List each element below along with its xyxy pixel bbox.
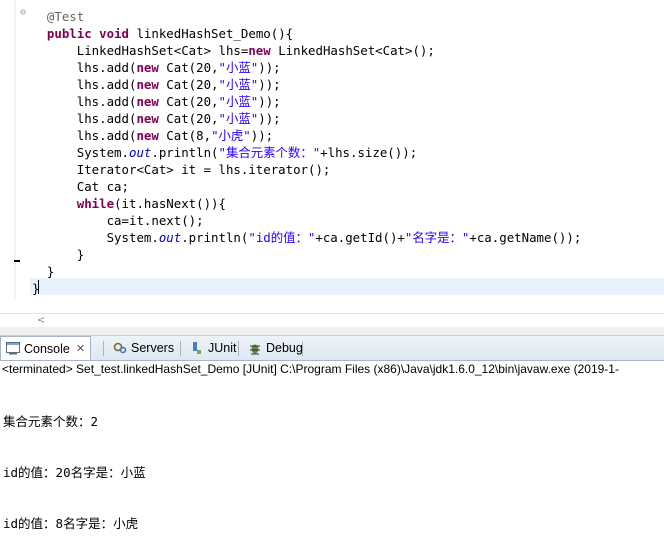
tab-junit-label: JUnit (208, 341, 237, 355)
editor-ruler (14, 0, 16, 300)
code-line: lhs.add(new Cat(8,"小虎")); (46, 128, 274, 143)
code-line: Cat ca; (46, 179, 129, 194)
code-editor[interactable]: ⊖ @Test public void linkedHashSet_Demo()… (0, 0, 664, 313)
view-tab-bar: Console ✕ Servers JUnit Debug (0, 335, 664, 361)
console-line: id的值：8名字是：小虎 (3, 516, 139, 531)
code-line: lhs.add(new Cat(20,"小蓝")); (46, 77, 281, 92)
tab-console-label: Console (24, 341, 70, 356)
tab-debug-label: Debug (266, 341, 303, 355)
code-text[interactable]: @Test public void linkedHashSet_Demo(){ … (32, 8, 581, 297)
code-line: System.out.println("id的值："+ca.getId()+"名… (46, 230, 582, 245)
scroll-left-icon[interactable]: < (37, 315, 45, 326)
code-line: ca=it.next(); (46, 213, 204, 228)
editor-gutter[interactable] (0, 0, 14, 300)
code-line: } (32, 281, 40, 296)
code-line: } (46, 247, 85, 262)
tab-servers-label: Servers (131, 341, 175, 355)
debug-icon (248, 341, 262, 355)
change-marker (14, 260, 20, 262)
close-icon[interactable]: ✕ (76, 342, 85, 355)
code-line: lhs.add(new Cat(20,"小蓝")); (46, 60, 281, 75)
text-caret (38, 280, 39, 294)
code-line: Iterator<Cat> it = lhs.iterator(); (46, 162, 331, 177)
servers-icon (113, 341, 127, 355)
code-line: System.out.println("集合元素个数："+lhs.size())… (46, 145, 418, 160)
code-line: public void linkedHashSet_Demo(){ (46, 26, 294, 41)
junit-icon (190, 341, 204, 355)
tab-servers[interactable]: Servers (108, 337, 179, 359)
tab-debug[interactable]: Debug (243, 337, 308, 359)
tab-junit[interactable]: JUnit (185, 337, 241, 359)
console-status: <terminated> Set_test.linkedHashSet_Demo… (2, 362, 619, 376)
code-line: while(it.hasNext()){ (76, 196, 226, 211)
console-output[interactable]: 集合元素个数：2 id的值：20名字是：小蓝 id的值：8名字是：小虎 (3, 379, 146, 549)
code-line: lhs.add(new Cat(20,"小蓝")); (46, 111, 281, 126)
console-line: id的值：20名字是：小蓝 (3, 465, 146, 480)
code-line: @Test (46, 9, 85, 24)
tab-console[interactable]: Console ✕ (0, 336, 92, 360)
console-icon (6, 342, 20, 356)
fold-collapse-icon[interactable]: ⊖ (20, 7, 26, 19)
pane-divider[interactable] (0, 327, 664, 335)
code-line: LinkedHashSet<Cat> lhs=new LinkedHashSet… (46, 43, 435, 58)
horizontal-scrollbar[interactable]: < (0, 313, 664, 328)
code-line: lhs.add(new Cat(20,"小蓝")); (46, 94, 281, 109)
code-line: } (32, 264, 55, 279)
console-line: 集合元素个数：2 (3, 414, 99, 429)
